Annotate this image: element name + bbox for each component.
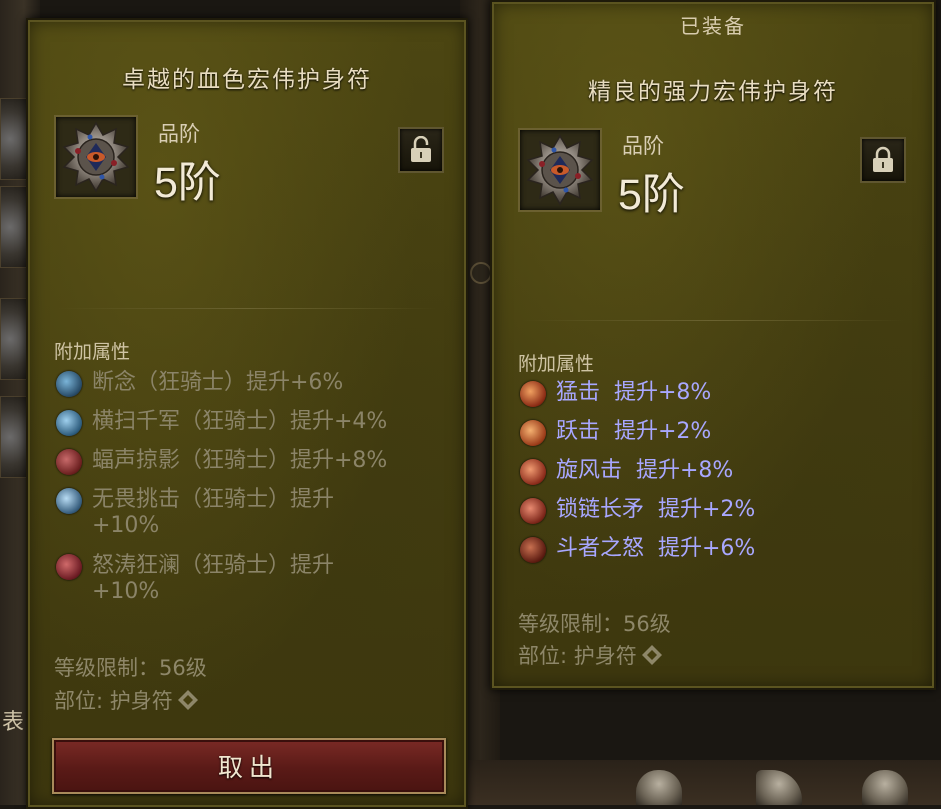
amulet-icon [62,121,130,193]
affix-text: 横扫千军（狂骑士）提升+4% [92,409,388,434]
affix-text: 斗者之怒 提升+6% [556,536,756,561]
level-requirement: 等级限制：56级 [518,612,671,636]
affix-text: 旋风击 提升+8% [556,458,734,483]
amulet-icon [526,134,594,206]
level-requirement: 等级限制：56级 [54,656,207,680]
chain-spear-skill-icon [520,498,546,524]
affix-row: 锁链长矛 提升+2% [520,497,755,524]
item-tooltip-compare: 卓越的血色宏伟护身符 品阶 5阶 附加属性 断念（狂骑士）提升+6% 横扫千军（… [26,18,468,809]
affix-text: 锁链长矛 提升+2% [556,497,756,522]
item-title: 精良的强力宏伟护身符 [588,79,838,105]
leap-skill-icon [520,420,546,446]
amulet-slot-icon [177,690,198,710]
affix-text: 蝠声掠影（狂骑士）提升+8% [92,448,388,473]
fury-skill-icon [520,537,546,563]
affix-row: 旋风击 提升+8% [520,458,733,485]
affix-text: 无畏挑击（狂骑士）提升 +10% [92,487,335,538]
background-helmet-icon[interactable] [636,770,682,805]
take-out-button[interactable]: 取出 [52,738,446,794]
affix-row: 横扫千军（狂骑士）提升+4% [56,409,442,436]
affix-row: 怒涛狂澜（狂骑士）提升 +10% [56,553,442,605]
whirlwind-skill-icon [520,459,546,485]
quality-label: 品阶 [622,134,664,158]
item-slot-text: 部位: 护身符 [54,689,173,713]
item-slot-line: 部位: 护身符 [518,640,663,670]
quality-value: 5阶 [618,171,685,219]
item-tooltip-equipped: 已装备 精良的强力宏伟护身符 品阶 5阶 附加属性 猛击 提升+8% 跃击 提升… [490,0,936,690]
affix-text: 断念（狂骑士）提升+6% [92,370,344,395]
item-icon-frame [54,115,138,199]
locked-padlock-icon [873,146,893,172]
affix-row: 斗者之怒 提升+6% [520,536,755,563]
background-partial-text: 表 [2,710,25,735]
affix-text: 跃击 提升+2% [556,419,712,444]
amulet-slot-icon [641,645,662,665]
background-ring-ornament [470,262,492,284]
sweep-skill-icon [56,410,82,436]
quality-label: 品阶 [158,122,200,146]
bat-skill-icon [56,449,82,475]
quality-value: 5阶 [154,159,221,207]
affix-text: 猛击 提升+8% [556,380,712,405]
affix-section-label: 附加属性 [54,341,131,363]
affix-row: 断念（狂骑士）提升+6% [56,370,442,397]
section-divider [522,320,904,321]
rage-skill-icon [56,554,82,580]
affix-row: 跃击 提升+2% [520,419,711,446]
lightning-skill-icon [56,488,82,514]
affix-row: 猛击 提升+8% [520,380,711,407]
item-slot-text: 部位: 护身符 [518,644,637,668]
section-divider [58,308,436,309]
equipped-label: 已装备 [680,14,746,38]
item-slot-line: 部位: 护身符 [54,685,199,715]
affix-row: 无畏挑击（狂骑士）提升 +10% [56,487,442,539]
lock-toggle-button[interactable] [860,137,906,183]
item-icon-frame [518,128,602,212]
affix-row: 蝠声掠影（狂骑士）提升+8% [56,448,442,475]
affix-text: 怒涛狂澜（狂骑士）提升 +10% [92,553,335,604]
bash-skill-icon [520,381,546,407]
slash-skill-icon [56,371,82,397]
unlocked-padlock-icon [411,136,431,162]
item-title: 卓越的血色宏伟护身符 [122,67,372,93]
lock-toggle-button[interactable] [398,127,444,173]
background-bag-icon[interactable] [862,770,908,805]
affix-section-label: 附加属性 [518,353,595,375]
